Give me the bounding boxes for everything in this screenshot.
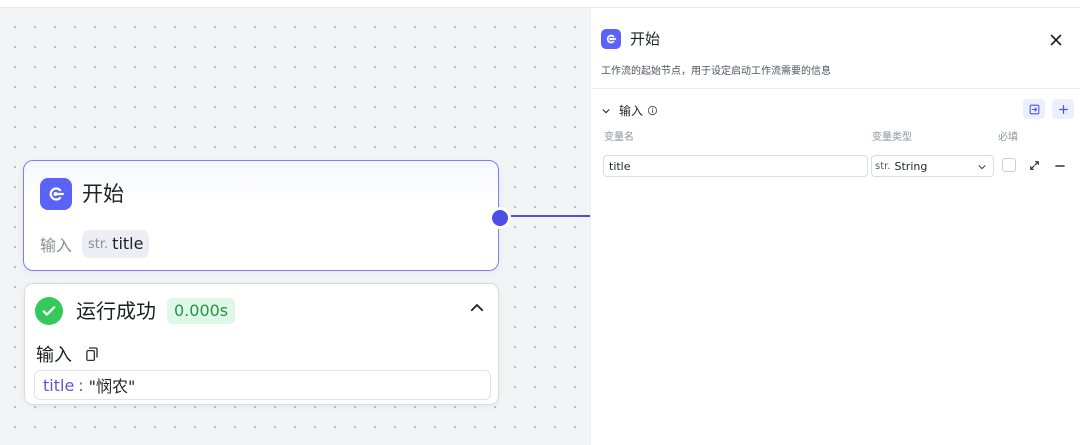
minus-icon [1055,165,1065,167]
node-settings-panel: 开始 工作流的起始节点，用于设定启动工作流需要的信息 输入 变量名 变量类型 必… [590,7,1080,445]
required-column-header: 必填 [998,132,1018,143]
collapse-result-button[interactable] [464,295,490,321]
panel-divider [591,88,1080,89]
start-node-inputs: 输入 str. title [40,230,150,258]
start-icon [601,29,621,49]
chevron-down-icon [977,162,987,172]
import-button[interactable] [1023,99,1045,119]
variable-type-select[interactable]: str. String [871,155,994,177]
workflow-editor: 开始 输入 str. title 运行成功 0.000s 输入 title: … [0,0,1080,445]
start-node-header: 开始 [40,177,124,211]
variable-name-input[interactable]: title [603,155,868,177]
run-status-text: 运行成功 [76,299,156,323]
expand-icon[interactable] [1028,159,1041,172]
input-parameter-chip[interactable]: str. title [82,230,150,258]
start-icon [40,178,72,210]
input-section-title: 输入 [619,104,644,118]
start-node-title: 开始 [82,181,124,206]
result-key: title [43,375,75,395]
chevron-down-icon[interactable] [601,106,611,116]
variable-name-column-header: 变量名 [604,132,634,143]
output-handle[interactable] [489,207,511,229]
run-result-header: 运行成功 0.000s [35,297,236,325]
input-section-header[interactable]: 输入 [601,102,658,119]
panel-title: 开始 [630,29,661,48]
run-time-badge: 0.000s [167,298,236,324]
result-separator: : [78,375,84,395]
workflow-canvas[interactable]: 开始 输入 str. title 运行成功 0.000s 输入 title: … [0,7,590,445]
result-input-header: 输入 [36,341,100,367]
copy-icon[interactable] [82,345,100,363]
remove-variable-button[interactable] [1053,159,1067,173]
result-input-label: 输入 [36,345,72,366]
output-handle-dot [492,210,508,226]
node-connection-line [511,215,590,217]
top-bar [0,0,1080,8]
variable-type-value: String [894,159,928,173]
close-icon[interactable] [1047,31,1065,49]
node-input-label: 输入 [40,236,73,255]
run-result-card: 运行成功 0.000s 输入 title : "悯农" [24,283,499,405]
result-value: "悯农" [88,377,136,396]
success-icon [35,297,63,325]
panel-description: 工作流的起始节点，用于设定启动工作流需要的信息 [601,66,831,77]
required-checkbox[interactable] [1002,158,1016,172]
add-variable-button[interactable] [1052,99,1074,119]
result-input-value: title : "悯农" [34,370,491,400]
plus-icon [1058,104,1068,114]
start-node-card[interactable]: 开始 输入 str. title [23,160,499,271]
parameter-name: title [112,234,144,253]
variable-type-column-header: 变量类型 [872,132,912,143]
chevron-up-icon [470,304,484,312]
variable-type-prefix: str. [875,160,891,172]
parameter-type-label: str. [88,236,109,252]
panel-header: 开始 [601,29,660,49]
info-icon[interactable] [647,105,658,116]
import-icon [1029,104,1039,114]
variable-name-value: title [609,159,631,173]
